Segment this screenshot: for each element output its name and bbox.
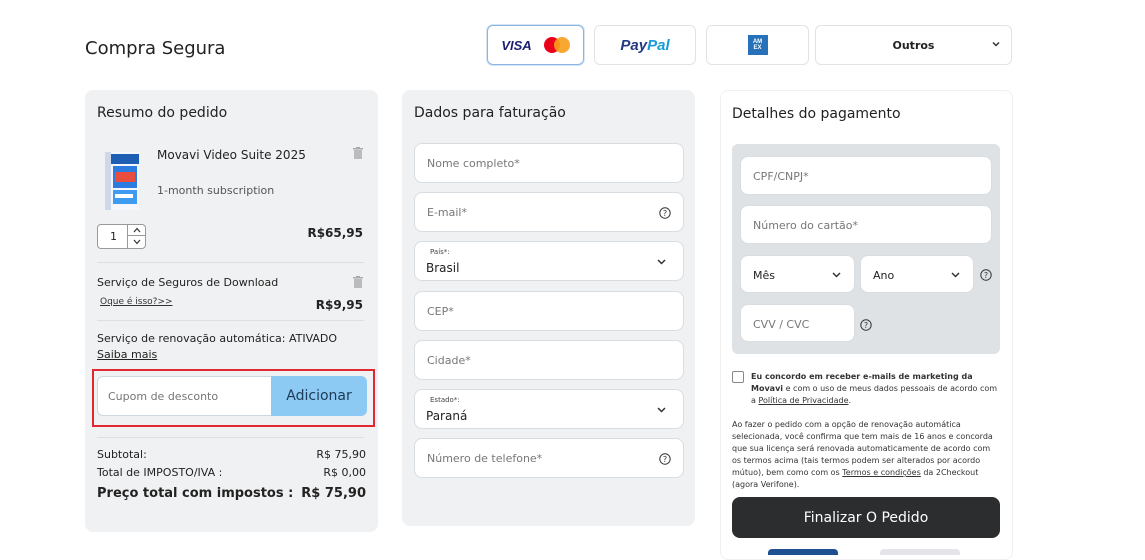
paypal-button[interactable]: PayPal [594, 25, 696, 65]
chevron-down-icon [133, 239, 140, 244]
tax-label: Total de IMPOSTO/IVA : [97, 466, 223, 479]
trash-icon[interactable] [353, 276, 363, 288]
card-number-field[interactable]: Número do cartão* [740, 205, 992, 244]
renewal-status: Serviço de renovação automática: ATIVADO [97, 332, 338, 345]
email-field[interactable]: E-mail* ? [414, 192, 684, 232]
marketing-consent-text: Eu concordo em receber e-mails de market… [751, 372, 998, 405]
zip-placeholder: CEP* [427, 305, 454, 318]
full-name-placeholder: Nome completo* [427, 157, 520, 170]
country-label: País*: [430, 248, 450, 256]
product-price: R$65,95 [307, 226, 363, 240]
month-select[interactable]: Mês [740, 255, 855, 293]
learn-more-link[interactable]: Saiba mais [97, 348, 157, 361]
amex-icon: AM EX [747, 35, 768, 55]
legal-notice: Ao fazer o pedido com a opção de renovaç… [732, 420, 993, 489]
zip-field[interactable]: CEP* [414, 291, 684, 331]
cvv-placeholder: CVV / CVC [753, 318, 810, 331]
phone-placeholder: Número de telefone* [427, 452, 543, 465]
divider [97, 262, 364, 263]
decrement-button[interactable] [128, 236, 145, 247]
cvv-field[interactable]: CVV / CVC [740, 304, 855, 342]
phone-field[interactable]: Número de telefone* ? [414, 438, 684, 478]
total-value: R$ 75,90 [301, 486, 366, 501]
payment-heading: Detalhes do pagamento [732, 106, 901, 122]
help-icon[interactable]: ? [860, 319, 872, 331]
year-label: Ano [873, 269, 895, 282]
full-name-field[interactable]: Nome completo* [414, 143, 684, 183]
state-select[interactable]: Estado*: Paraná [414, 389, 684, 429]
privacy-policy-link[interactable]: Política de Privacidade [758, 396, 848, 405]
state-value: Paraná [426, 409, 468, 423]
tax-value: R$ 0,00 [323, 466, 366, 479]
state-label: Estado*: [430, 396, 460, 404]
chevron-down-icon [832, 272, 841, 278]
subtotal-value: R$ 75,90 [316, 448, 366, 461]
svg-text:?: ? [663, 455, 667, 464]
quantity-stepper[interactable]: 1 [97, 224, 146, 249]
other-payment-dropdown[interactable]: Outros [815, 25, 1012, 65]
country-value: Brasil [426, 261, 460, 275]
trash-icon[interactable] [353, 147, 363, 159]
coupon-input[interactable] [97, 376, 273, 416]
svg-text:?: ? [864, 321, 868, 330]
city-placeholder: Cidade* [427, 354, 471, 367]
divider [97, 437, 364, 438]
chevron-down-icon [951, 272, 960, 278]
terms-link[interactable]: Termos e condições [842, 468, 921, 477]
insurance-price: R$9,95 [315, 298, 363, 312]
marketing-consent-checkbox[interactable] [732, 371, 744, 383]
place-order-button[interactable]: Finalizar O Pedido [732, 497, 1000, 538]
svg-text:?: ? [663, 209, 667, 218]
mastercard-icon [543, 37, 570, 53]
security-badge [880, 549, 960, 555]
insurance-info-link[interactable]: Oque é isso?>> [100, 297, 173, 307]
svg-text:?: ? [984, 271, 988, 280]
page-title: Compra Segura [85, 38, 226, 59]
chevron-down-icon [657, 259, 666, 265]
product-box-image [105, 152, 139, 210]
visa-logo: VISA [501, 37, 532, 53]
chevron-up-icon [133, 227, 140, 233]
quantity-value: 1 [110, 230, 117, 243]
visa-mastercard-button[interactable]: VISA [487, 25, 584, 65]
help-icon[interactable]: ? [980, 269, 992, 281]
year-select[interactable]: Ano [860, 255, 974, 293]
card-number-placeholder: Número do cartão* [753, 219, 858, 232]
month-label: Mês [753, 269, 775, 282]
help-icon[interactable]: ? [659, 453, 671, 465]
paypal-logo: PayPal [620, 36, 670, 54]
chevron-down-icon [992, 41, 1000, 47]
total-label: Preço total com impostos : [97, 486, 294, 501]
product-subtitle: 1-month subscription [157, 184, 275, 197]
email-placeholder: E-mail* [427, 206, 467, 219]
cpf-field[interactable]: CPF/CNPJ* [740, 156, 992, 195]
increment-button[interactable] [128, 225, 145, 236]
country-select[interactable]: País*: Brasil [414, 241, 684, 281]
divider [97, 320, 364, 321]
security-badge [768, 549, 838, 555]
subtotal-label: Subtotal: [97, 448, 147, 461]
cpf-placeholder: CPF/CNPJ* [753, 170, 809, 183]
other-payment-label: Outros [892, 38, 935, 52]
add-coupon-button[interactable]: Adicionar [271, 376, 367, 416]
insurance-label: Serviço de Seguros de Download [97, 276, 279, 289]
product-name: Movavi Video Suite 2025 [157, 148, 306, 162]
amex-button[interactable]: AM EX [706, 25, 809, 65]
help-icon[interactable]: ? [659, 207, 671, 219]
billing-heading: Dados para faturação [414, 105, 566, 121]
city-field[interactable]: Cidade* [414, 340, 684, 380]
chevron-down-icon [657, 407, 666, 413]
order-summary-heading: Resumo do pedido [97, 105, 228, 121]
